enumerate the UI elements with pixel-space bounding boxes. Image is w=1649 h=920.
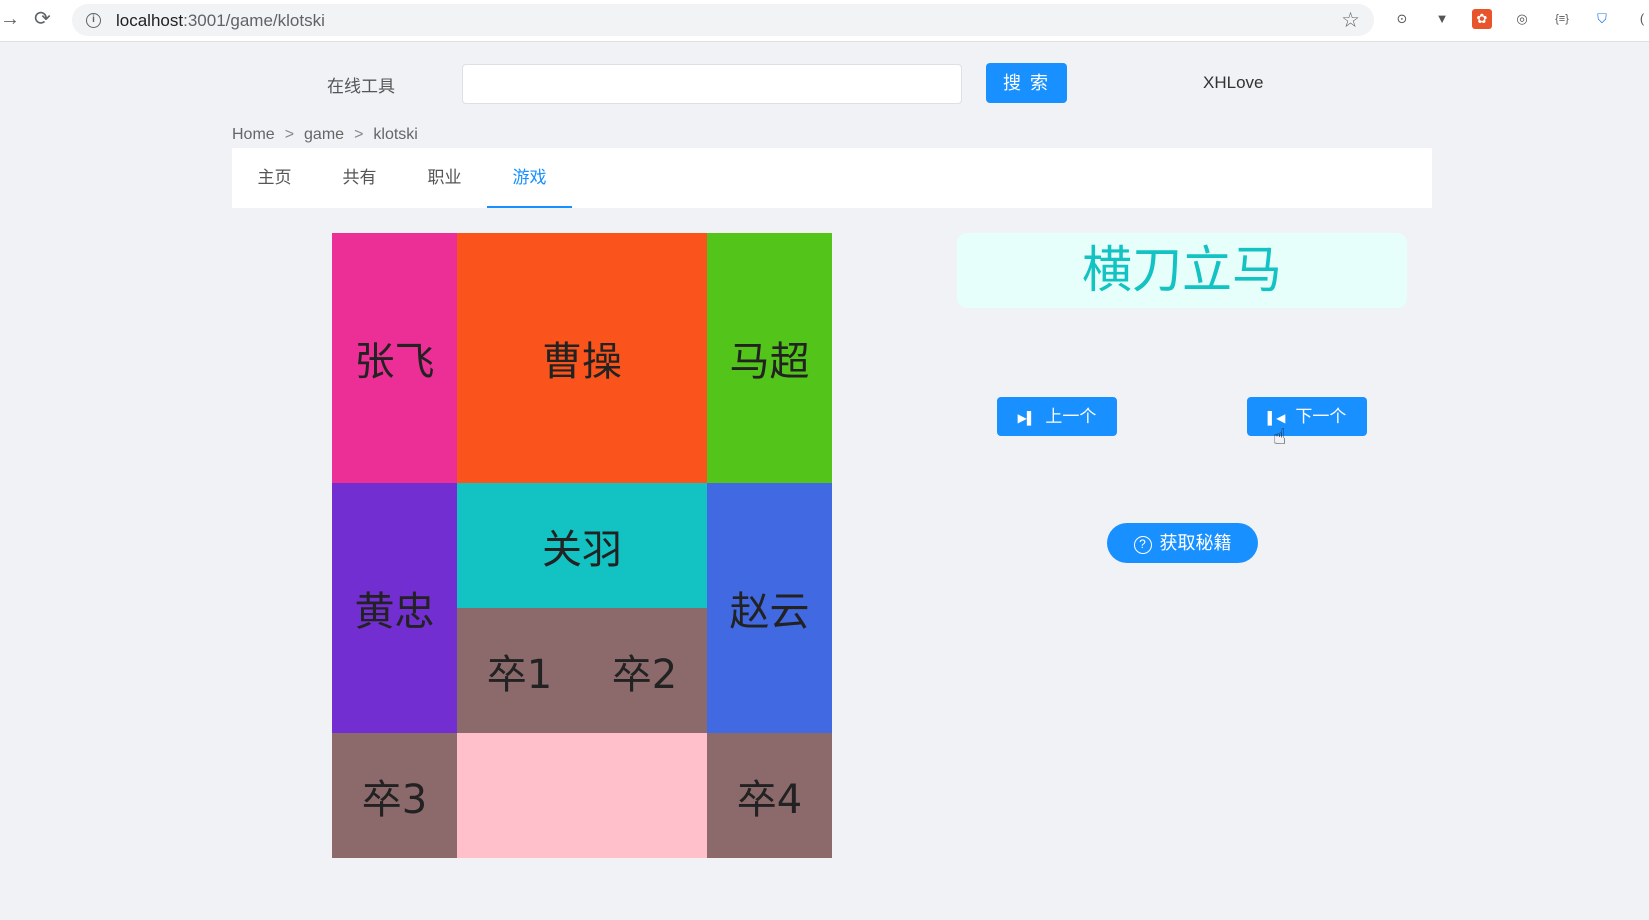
hint-label: 获取秘籍 — [1159, 533, 1232, 553]
piece-soldier-4[interactable]: 卒4 — [707, 733, 832, 858]
extension-shield-icon[interactable]: ⛉ — [1592, 9, 1612, 29]
extension-icon[interactable]: ◎ — [1512, 9, 1532, 29]
previous-level-button[interactable]: ▶▌ 上一个 — [997, 397, 1117, 436]
url-text[interactable]: localhost:3001/game/klotski — [116, 11, 325, 31]
piece-zhangfei[interactable]: 张飞 — [332, 233, 457, 483]
piece-machao[interactable]: 马超 — [707, 233, 832, 483]
piece-caocao[interactable]: 曹操 — [457, 233, 707, 483]
tab-shared[interactable]: 共有 — [317, 148, 402, 208]
breadcrumb-home[interactable]: Home — [232, 126, 275, 143]
extension-json-icon[interactable]: {≡} — [1552, 9, 1572, 29]
extension-icon[interactable]: ( — [1632, 9, 1649, 29]
extension-vue-icon[interactable]: ▼ — [1432, 9, 1452, 29]
empty-slot — [457, 733, 707, 858]
breadcrumb-klotski: klotski — [373, 126, 418, 143]
piece-guanyu[interactable]: 关羽 — [457, 483, 707, 608]
skip-back-icon: ▌◀ — [1267, 411, 1286, 425]
user-name[interactable]: XHLove — [1203, 73, 1263, 93]
breadcrumb-separator: > — [354, 126, 364, 143]
piece-soldier-3[interactable]: 卒3 — [332, 733, 457, 858]
piece-zhaoyun[interactable]: 赵云 — [707, 483, 832, 733]
tab-game[interactable]: 游戏 — [487, 148, 572, 208]
tab-bar: 主页 共有 职业 游戏 — [232, 148, 1432, 208]
breadcrumb: Home > game > klotski — [232, 126, 418, 144]
breadcrumb-game[interactable]: game — [304, 126, 344, 143]
reload-icon[interactable]: ⟳ — [34, 8, 51, 30]
tab-career[interactable]: 职业 — [402, 148, 487, 208]
next-level-button[interactable]: ▌◀ 下一个 — [1247, 397, 1367, 436]
extension-icon[interactable]: ✿ — [1472, 9, 1492, 29]
level-title: 横刀立马 — [957, 233, 1407, 308]
next-label: 下一个 — [1295, 407, 1347, 426]
breadcrumb-separator: > — [284, 126, 295, 143]
url-path: :3001/game/klotski — [183, 11, 325, 30]
search-button[interactable]: 搜 索 — [986, 63, 1067, 103]
piece-soldier-2[interactable]: 卒2 — [582, 608, 707, 733]
question-icon: ? — [1133, 536, 1152, 554]
address-bar[interactable]: i localhost:3001/game/klotski ☆ — [72, 4, 1374, 36]
extension-icon[interactable]: ⊙ — [1392, 9, 1412, 29]
hand-cursor-icon: ☝ — [1273, 424, 1287, 449]
browser-toolbar: → ⟳ i localhost:3001/game/klotski ☆ ⊙ ▼ … — [0, 0, 1649, 42]
piece-huangzhong[interactable]: 黄忠 — [332, 483, 457, 733]
previous-label: 上一个 — [1045, 407, 1097, 426]
site-name[interactable]: 在线工具 — [327, 72, 395, 97]
url-host: localhost — [116, 11, 184, 30]
forward-icon[interactable]: → — [0, 8, 20, 30]
klotski-board: 张飞 曹操 马超 黄忠 关羽 赵云 卒1 卒2 卒3 卒4 — [332, 233, 832, 858]
info-icon[interactable]: i — [86, 13, 101, 28]
piece-soldier-1[interactable]: 卒1 — [457, 608, 582, 733]
skip-icon: ▶▌ — [1017, 411, 1036, 425]
get-hint-button[interactable]: ? 获取秘籍 — [1107, 523, 1258, 563]
tab-home[interactable]: 主页 — [232, 148, 317, 208]
bookmark-star-icon[interactable]: ☆ — [1341, 8, 1360, 33]
search-input[interactable] — [462, 64, 962, 104]
